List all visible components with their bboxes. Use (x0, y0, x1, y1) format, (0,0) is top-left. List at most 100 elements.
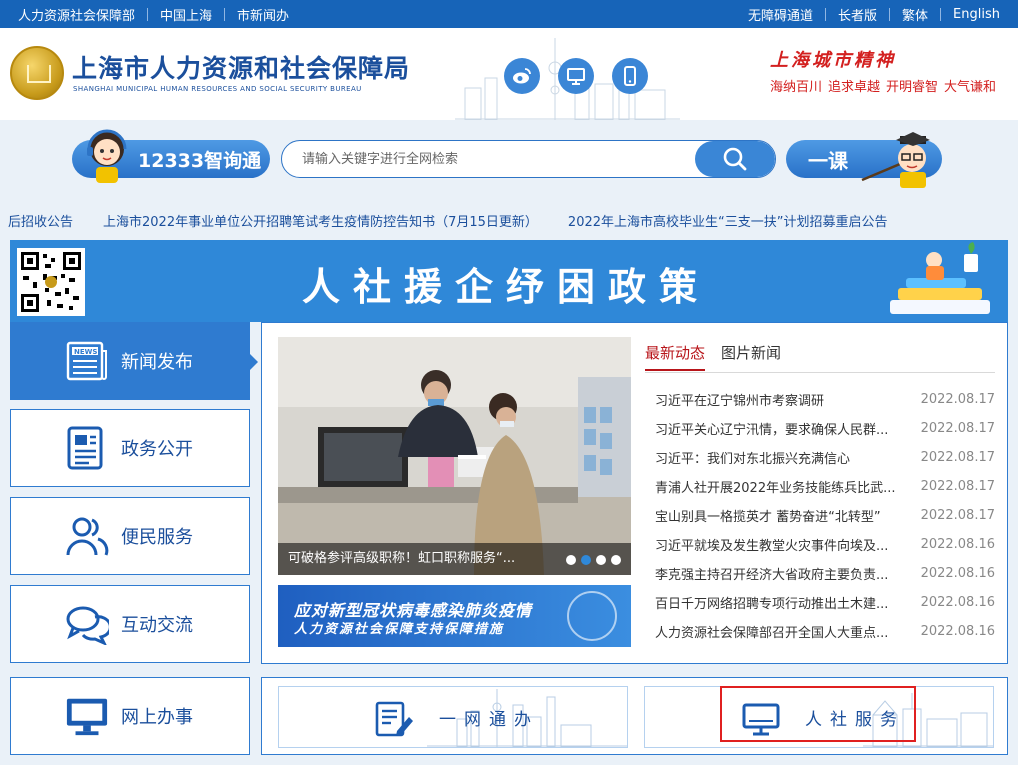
nav-news-release[interactable]: NEWS 新闻发布 (10, 322, 258, 400)
link-china-shanghai[interactable]: 中国上海 (148, 5, 224, 24)
news-row[interactable]: 习近平在辽宁锦州市考察调研 2022.08.17 (655, 385, 995, 414)
news-date: 2022.08.17 (920, 508, 995, 523)
monitor-icon (567, 68, 585, 85)
customer-service-avatar-icon (87, 129, 127, 183)
news-title[interactable]: 习近平：我们对东北振兴充满信心 (655, 448, 911, 467)
news-title[interactable]: 李克强主持召开经济大省政府主要负责... (655, 564, 911, 583)
news-row[interactable]: 青浦人社开展2022年业务技能练兵比武... 2022.08.17 (655, 472, 995, 501)
carousel-dot[interactable] (611, 555, 621, 565)
mobile-icon (624, 66, 636, 86)
desktop-site-button[interactable] (558, 58, 594, 94)
qr-code-icon (17, 248, 85, 316)
one-course-label: 一课 (808, 148, 848, 173)
search-icon (723, 147, 747, 171)
nav-label: 新闻发布 (121, 352, 193, 373)
service-one-net[interactable]: 一网通办 (278, 686, 628, 748)
service-label: 一网通办 (439, 710, 539, 730)
lungs-icon (567, 591, 617, 641)
weibo-icon (513, 68, 531, 84)
slogans: 海纳百川 追求卓越 开明睿智 大气谦和 (770, 76, 996, 95)
news-date: 2022.08.17 (920, 392, 995, 407)
news-row[interactable]: 习近平：我们对东北振兴充满信心 2022.08.17 (655, 443, 995, 472)
search-input[interactable] (282, 141, 692, 177)
news-panel: 可破格参评高级职称！虹口职称服务“... 应对新型冠状病毒感染肺炎疫情 人力资源… (261, 322, 1008, 664)
ticker-item[interactable]: 上海市2022年事业单位公开招聘笔试考生疫情防控告知书（7月15日更新） (103, 211, 538, 230)
nav-label: 政务公开 (121, 439, 193, 460)
nav-online-service[interactable]: 网上办事 (10, 677, 250, 755)
news-title[interactable]: 宝山别具一格揽英才 蓄势奋进“北转型” (655, 506, 911, 525)
news-carousel[interactable]: 可破格参评高级职称！虹口职称服务“... (278, 337, 631, 575)
nav-public-service[interactable]: 便民服务 (10, 497, 250, 575)
news-title[interactable]: 习近平在辽宁锦州市考察调研 (655, 390, 911, 409)
ticker-item[interactable]: 2022年上海市高校毕业生“三支一扶”计划招募重启公告 (568, 211, 888, 230)
link-traditional-chinese[interactable]: 繁体 (890, 5, 940, 24)
link-mohrss[interactable]: 人力资源社会保障部 (0, 5, 147, 24)
slogan-title: 上海城市精神 (770, 50, 896, 71)
news-date: 2022.08.17 (920, 450, 995, 465)
nav-government-affairs[interactable]: 政务公开 (10, 409, 250, 487)
news-row[interactable]: 百日千万网络招聘专项行动推出土木建... 2022.08.16 (655, 588, 995, 617)
monitor-icon (65, 694, 109, 738)
news-title[interactable]: 百日千万网络招聘专项行动推出土木建... (655, 593, 911, 612)
selection-highlight-box (720, 686, 916, 742)
site-title[interactable]: 上海市人力资源和社会保障局 (72, 49, 410, 85)
search-button[interactable] (695, 141, 775, 177)
news-title[interactable]: 习近平关心辽宁汛情，要求确保人民群... (655, 419, 911, 438)
reading-person-icon (890, 242, 990, 314)
banner-title: 人社援企纾困政策 (302, 265, 711, 309)
carousel-dot[interactable] (596, 555, 606, 565)
news-date: 2022.08.17 (920, 421, 995, 436)
news-title[interactable]: 青浦人社开展2022年业务技能练兵比武... (655, 477, 911, 496)
link-accessibility[interactable]: 无障碍通道 (736, 5, 825, 24)
search-box (281, 140, 776, 178)
link-english[interactable]: English (941, 7, 1018, 22)
carousel-dots (566, 555, 621, 565)
news-title[interactable]: 人力资源社会保障部召开全国人大重点... (655, 622, 911, 641)
news-list: 习近平在辽宁锦州市考察调研 2022.08.17 习近平关心辽宁汛情，要求确保人民… (655, 385, 995, 646)
news-date: 2022.08.17 (920, 479, 995, 494)
covid-banner-line2: 人力资源社会保障支持保障措施 (294, 622, 505, 637)
svg-text:NEWS: NEWS (74, 348, 97, 356)
news-row[interactable]: 习近平就埃及发生教堂火灾事件向埃及... 2022.08.16 (655, 530, 995, 559)
announcement-ticker: 后招收公告 上海市2022年事业单位公开招聘笔试考生疫情防控告知书（7月15日更… (0, 200, 1018, 240)
news-row[interactable]: 李克强主持召开经济大省政府主要负责... 2022.08.16 (655, 559, 995, 588)
nav-interaction[interactable]: 互动交流 (10, 585, 250, 663)
site-header: 上海市人力资源和社会保障局 SHANGHAI MUNICIPAL HUMAN R… (0, 28, 1018, 120)
covid-policy-banner[interactable]: 应对新型冠状病毒感染肺炎疫情 人力资源社会保障支持保障措施 (278, 585, 631, 647)
tab-photo-news[interactable]: 图片新闻 (721, 341, 781, 365)
smart-consult-label: 12333智询通 (138, 149, 262, 172)
carousel-dot[interactable] (566, 555, 576, 565)
top-bar-right: 无障碍通道 长者版 繁体 English (736, 0, 1018, 28)
carousel-dot-active[interactable] (581, 555, 591, 565)
news-row[interactable]: 人力资源社会保障部召开全国人大重点... 2022.08.16 (655, 617, 995, 646)
form-icon (375, 701, 413, 737)
slogan-item: 追求卓越 (828, 80, 881, 95)
chat-icon (65, 602, 109, 646)
top-bar-left: 人力资源社会保障部 中国上海 市新闻办 (0, 0, 301, 28)
slogan-item: 海纳百川 (770, 80, 823, 95)
document-icon (65, 426, 109, 470)
tab-latest-news[interactable]: 最新动态 (645, 341, 706, 371)
news-date: 2022.08.16 (920, 624, 995, 639)
weibo-button[interactable] (504, 58, 540, 94)
link-elder-version[interactable]: 长者版 (826, 5, 889, 24)
news-title[interactable]: 习近平就埃及发生教堂火灾事件向埃及... (655, 535, 911, 554)
search-row: 12333智询通 一课 (0, 120, 1018, 200)
mobile-site-button[interactable] (612, 58, 648, 94)
news-icon: NEWS (65, 339, 109, 383)
top-bar: 人力资源社会保障部 中国上海 市新闻办 无障碍通道 长者版 繁体 English (0, 0, 1018, 28)
news-row[interactable]: 习近平关心辽宁汛情，要求确保人民群... 2022.08.17 (655, 414, 995, 443)
nav-label: 便民服务 (121, 527, 193, 548)
page: 人力资源社会保障部 中国上海 市新闻办 无障碍通道 长者版 繁体 English… (0, 0, 1018, 765)
news-row[interactable]: 宝山别具一格揽英才 蓄势奋进“北转型” 2022.08.17 (655, 501, 995, 530)
slogan-item: 大气谦和 (944, 80, 997, 95)
carousel-photo (278, 337, 631, 575)
teacher-avatar-icon (861, 132, 930, 188)
link-news-office[interactable]: 市新闻办 (225, 5, 301, 24)
news-date: 2022.08.16 (920, 566, 995, 581)
emblem-logo[interactable] (10, 46, 64, 100)
ticker-item[interactable]: 后招收公告 (8, 211, 73, 230)
news-tabs: 最新动态 图片新闻 (645, 341, 995, 373)
policy-banner[interactable]: 人社援企纾困政策 (10, 240, 1008, 322)
news-date: 2022.08.16 (920, 537, 995, 552)
